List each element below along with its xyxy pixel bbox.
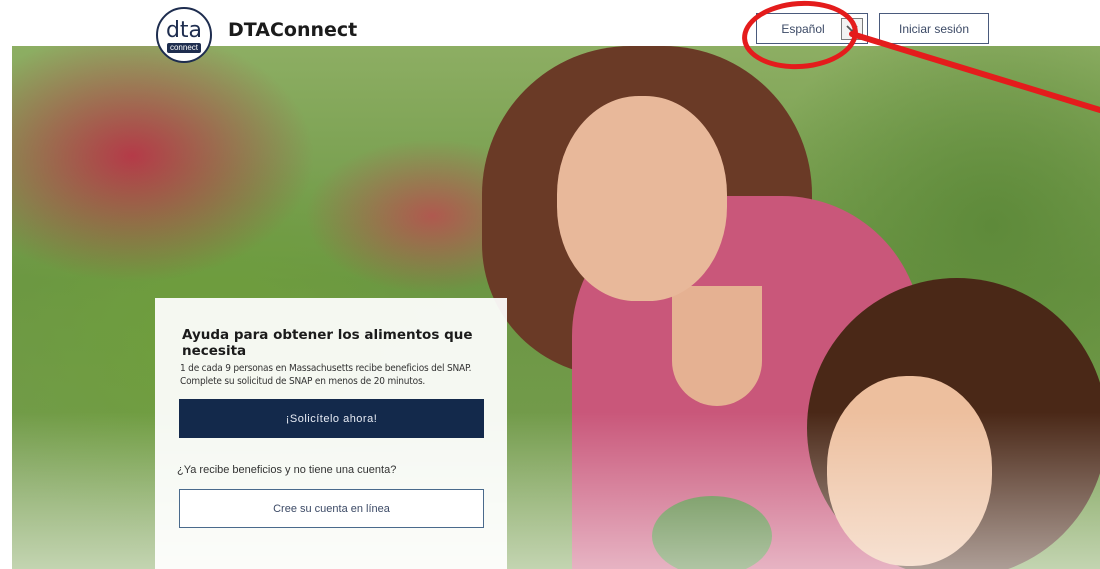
annotation-line bbox=[849, 31, 1100, 113]
